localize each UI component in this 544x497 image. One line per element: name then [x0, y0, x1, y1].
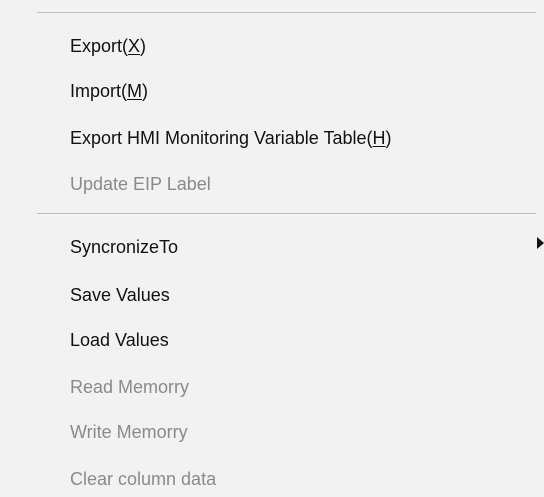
menu-item-import[interactable]: Import(M)	[70, 80, 148, 102]
menu-item-read-memorry: Read Memorry	[70, 376, 189, 398]
context-menu: Export(X) Import(M) Export HMI Monitorin…	[0, 0, 544, 497]
menu-separator-top	[37, 12, 536, 13]
menu-item-export[interactable]: Export(X)	[70, 35, 146, 57]
menu-item-export-hmi-monitoring-variable-table[interactable]: Export HMI Monitoring Variable Table(H)	[70, 127, 391, 149]
menu-item-load-values-label: Load Values	[70, 330, 169, 350]
menu-item-load-values[interactable]: Load Values	[70, 329, 169, 351]
menu-item-update-eip-label: Update EIP Label	[70, 173, 211, 195]
menu-item-save-values[interactable]: Save Values	[70, 284, 170, 306]
menu-item-clear-column-data: Clear column data	[70, 468, 216, 490]
mnemonic-x: X	[128, 36, 141, 56]
menu-item-update-eip-label-text: Update EIP Label	[70, 174, 211, 194]
mnemonic-m: M	[127, 81, 143, 101]
menu-item-import-label: Import	[70, 81, 122, 101]
menu-item-syncronizeto[interactable]: SyncronizeTo	[70, 236, 178, 258]
menu-item-write-memorry-label: Write Memorry	[70, 422, 188, 442]
menu-item-save-values-label: Save Values	[70, 285, 170, 305]
menu-item-export-hmi-label: Export HMI Monitoring Variable Table	[70, 128, 367, 148]
menu-item-read-memorry-label: Read Memorry	[70, 377, 190, 397]
menu-item-export-label: Export	[70, 36, 123, 56]
menu-item-write-memorry: Write Memorry	[70, 421, 188, 443]
mnemonic-h: H	[372, 128, 386, 148]
menu-item-syncronizeto-label: SyncronizeTo	[70, 237, 179, 257]
chevron-right-icon	[537, 237, 544, 249]
menu-item-clear-column-data-label: Clear column data	[70, 469, 217, 489]
menu-separator-middle	[37, 213, 536, 214]
